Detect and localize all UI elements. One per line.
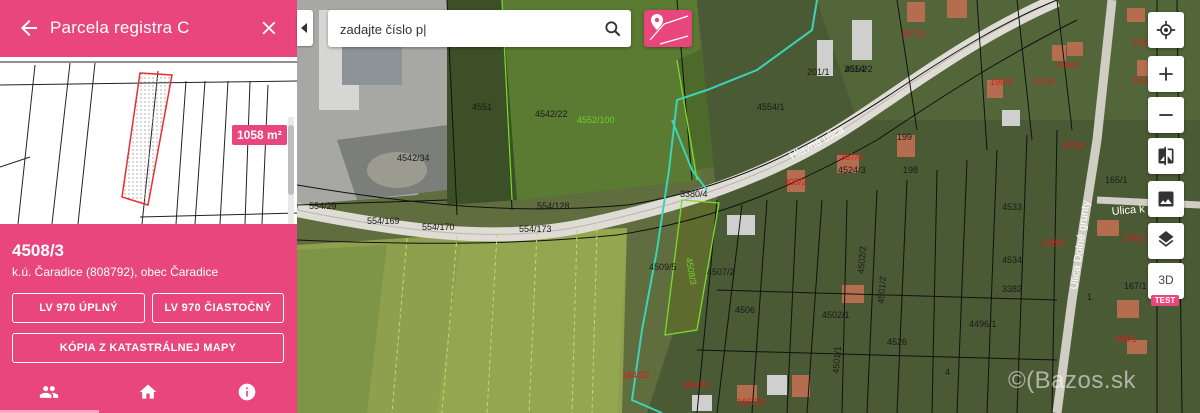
parcel-label: 4496/1: [969, 319, 997, 329]
lv-partial-button[interactable]: LV 970 ČIASTOČNÝ: [152, 293, 284, 323]
parcel-label: 554/128: [537, 201, 570, 211]
parcel-label: 554/29: [309, 201, 337, 211]
cadastral-map-copy-button[interactable]: KÓPIA Z KATASTRÁLNEJ MAPY: [12, 333, 284, 363]
area-badge: 1058 m²: [232, 125, 287, 145]
3d-view-button[interactable]: 3D: [1148, 263, 1184, 299]
parcel-label: 197/6: [1032, 77, 1055, 87]
parcel-label: 166/1: [1124, 233, 1147, 243]
panel-tabs: [0, 369, 297, 413]
locate-icon: [1156, 20, 1176, 40]
parcel-label: 4542/34: [397, 153, 430, 163]
lv-full-button[interactable]: LV 970 ÚPLNÝ: [12, 293, 145, 323]
parcel-label: 4: [945, 367, 950, 377]
parcel-label: 4502/1: [822, 310, 850, 320]
preview-scrollbar[interactable]: [288, 117, 294, 224]
parcel-label: 4554/1: [757, 102, 785, 112]
test-badge: TEST: [1151, 295, 1179, 306]
parcel-label: 554/173: [519, 224, 552, 234]
parcel-preview-map[interactable]: 1058 m²: [0, 57, 297, 224]
zoom-out-button[interactable]: [1148, 97, 1184, 133]
parcel-info: 4508/3 k.ú. Čaradice (808792), obec Čara…: [0, 224, 297, 369]
parcel-location: k.ú. Čaradice (808792), obec Čaradice: [12, 265, 219, 279]
parcel-search-input[interactable]: [340, 19, 590, 39]
parcel-label: 165/1: [1105, 175, 1128, 185]
search-icon[interactable]: [603, 19, 623, 39]
parcel-label: 198/8: [990, 77, 1013, 87]
zoom-out-icon: [1159, 114, 1173, 116]
parcel-label: 199: [897, 132, 912, 142]
parcel-label: 554/170: [422, 222, 455, 232]
parcel-locate-icon: [649, 14, 689, 45]
parcel-label: 3380/4: [680, 189, 708, 199]
parcel-label: 312/4: [1062, 140, 1085, 150]
parcel-label: 4507/2: [707, 267, 735, 277]
parcel-label: 328/5: [1042, 238, 1065, 248]
parcel-label: 185/20: [682, 380, 710, 390]
close-icon[interactable]: [258, 17, 280, 39]
panel-header: Parcela registra C: [0, 0, 297, 57]
parcel-label: 4506: [735, 305, 755, 315]
zoom-in-icon: [1159, 67, 1173, 81]
parcel-label: 4542/22: [535, 109, 568, 119]
collapse-panel-button[interactable]: [297, 10, 313, 46]
parcel-label: 184/22: [622, 370, 650, 380]
compare-icon: [1158, 146, 1174, 166]
parcel-label: 4554/2: [845, 64, 873, 74]
panel-title: Parcela registra C: [50, 18, 190, 37]
parcel-label: 4552/100: [577, 115, 615, 125]
compare-button[interactable]: [1148, 138, 1184, 174]
parcel-label: 167/1: [1124, 281, 1147, 291]
parcel-label: 4526: [887, 337, 907, 347]
chevron-left-icon: [301, 23, 307, 33]
parcel-label: 168/1: [1114, 334, 1137, 344]
parcel-label: 307/4: [840, 152, 863, 162]
search-box: [328, 10, 631, 47]
parcel-label: 207/3: [902, 29, 925, 39]
photo-layer-button[interactable]: [1148, 181, 1184, 217]
selected-parcel-outline: [121, 72, 173, 206]
info-icon[interactable]: [237, 382, 257, 402]
parcel-label: 186/18: [737, 397, 765, 407]
cadastral-map[interactable]: 4551 4542/22 4552/100 4554/1 4542/34 554…: [297, 0, 1200, 413]
parcel-label: 196/2: [1057, 60, 1080, 70]
parcel-label: 4551: [472, 102, 492, 112]
layers-icon: [1158, 231, 1174, 247]
parcel-label: 1: [1087, 292, 1092, 302]
parcel-label: 4533: [1002, 202, 1022, 212]
3d-label: 3D: [1158, 273, 1174, 287]
parcel-label: 4534: [1002, 255, 1022, 265]
parcel-label: 3382: [1002, 284, 1022, 294]
parcel-number: 4508/3: [12, 241, 64, 260]
layers-button[interactable]: [1148, 223, 1184, 259]
photo-icon: [1158, 191, 1174, 207]
parcel-panel: Parcela registra C 1058 m² 4508/3 k.ú. Č…: [0, 0, 297, 413]
home-icon[interactable]: [138, 382, 158, 402]
back-arrow-icon[interactable]: [17, 16, 41, 40]
parcel-label: 201/1: [807, 67, 830, 77]
watermark: ©(Bazos.sk: [1008, 367, 1137, 394]
people-icon[interactable]: [39, 382, 59, 402]
parcel-label: 4524/3: [838, 165, 866, 175]
parcel-label: 198: [903, 165, 918, 175]
parcel-label: 308/2: [784, 177, 807, 187]
parcel-label: 4509/5: [649, 262, 677, 272]
locate-me-button[interactable]: [1148, 12, 1184, 48]
zoom-in-button[interactable]: [1148, 56, 1184, 92]
parcel-label: 554/169: [367, 216, 400, 226]
locate-parcel-button[interactable]: [644, 10, 692, 47]
